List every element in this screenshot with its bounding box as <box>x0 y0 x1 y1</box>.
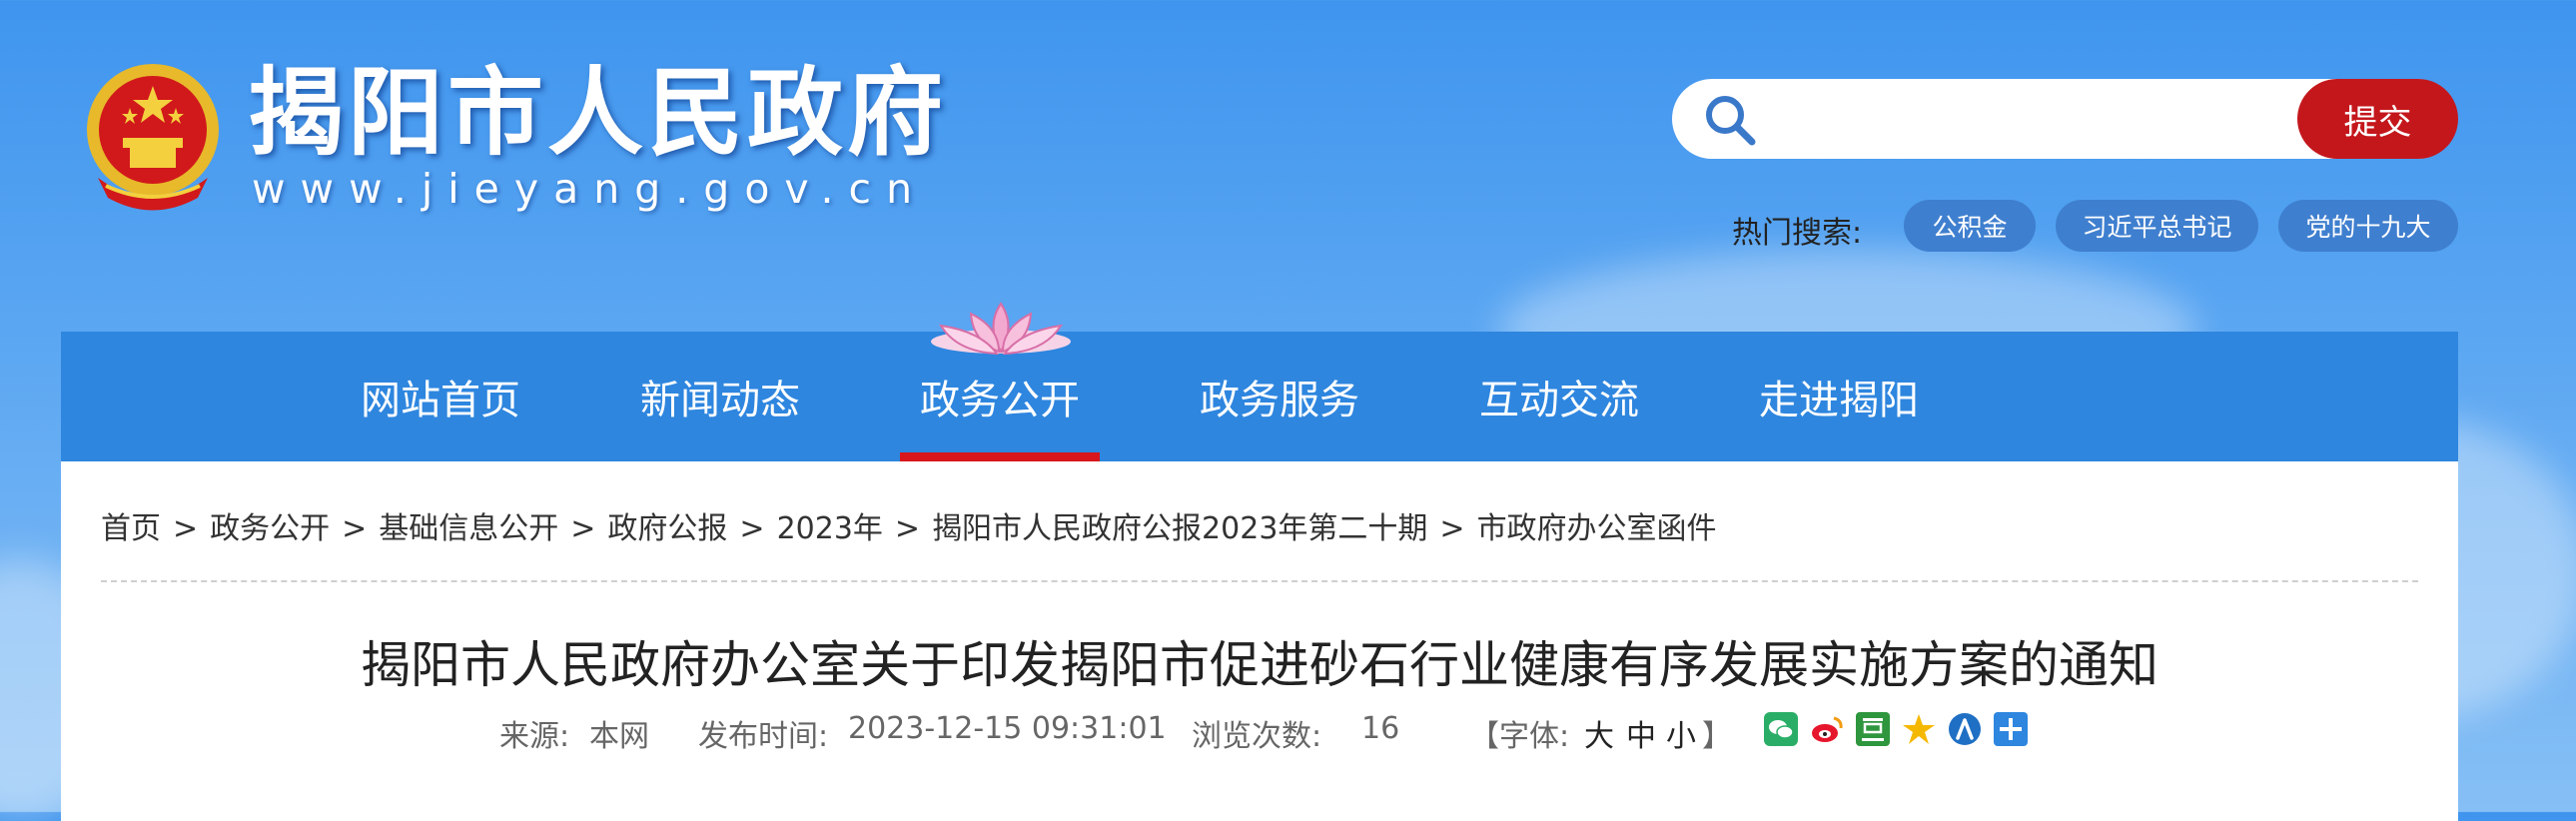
qzone-icon[interactable] <box>1902 712 1936 746</box>
font-size-bracket: 】 <box>1702 719 1732 754</box>
font-size-large-button[interactable]: 大 <box>1584 711 1614 755</box>
publish-time-value: 2023-12-15 09:31:01 <box>848 711 1167 746</box>
font-size-medium-button[interactable]: 中 <box>1626 711 1656 755</box>
publish-time-label: 发布时间: <box>698 719 829 754</box>
search-input[interactable] <box>1782 90 2285 150</box>
hot-search-label: 热门搜索: <box>1732 216 1863 251</box>
douban-icon[interactable] <box>1856 712 1890 746</box>
hot-search-tag[interactable]: 党的十九大 <box>2278 200 2458 252</box>
views-label: 浏览次数: <box>1192 719 1322 754</box>
search-submit-button[interactable]: 提交 <box>2297 79 2458 159</box>
font-size-small-button[interactable]: 小 <box>1666 711 1696 755</box>
breadcrumb-link[interactable]: 首页 <box>101 511 161 546</box>
breadcrumb-separator: > <box>739 511 765 546</box>
search-icon <box>1706 96 1756 146</box>
divider <box>101 580 2418 582</box>
nav-item-gov-services[interactable]: 政务服务 <box>1180 332 1379 461</box>
breadcrumb-link[interactable]: 政务公开 <box>210 511 330 546</box>
source-label: 来源: <box>499 719 570 754</box>
hot-search-tag[interactable]: 公积金 <box>1904 200 2036 252</box>
weibo-icon[interactable] <box>1810 712 1844 746</box>
site-title: 揭阳市人民政府 <box>248 57 947 169</box>
nav-item-news[interactable]: 新闻动态 <box>620 332 820 461</box>
breadcrumb-separator: > <box>570 511 596 546</box>
nav-item-interaction[interactable]: 互动交流 <box>1459 332 1659 461</box>
breadcrumb-link[interactable]: 揭阳市人民政府公报2023年第二十期 <box>932 511 1427 546</box>
site-url: www.jieyang.gov.cn <box>252 165 928 213</box>
breadcrumb-link[interactable]: 政府公报 <box>607 511 727 546</box>
nav-item-home[interactable]: 网站首页 <box>341 332 540 461</box>
renren-icon[interactable] <box>1948 712 1982 746</box>
nav-item-about-jieyang[interactable]: 走进揭阳 <box>1739 332 1939 461</box>
breadcrumb-separator: > <box>173 511 199 546</box>
breadcrumb-link[interactable]: 基础信息公开 <box>379 511 558 546</box>
breadcrumb-link[interactable]: 2023年 <box>777 511 883 546</box>
font-size-label: 【字体: <box>1469 719 1570 754</box>
breadcrumb-link[interactable]: 市政府办公室函件 <box>1477 511 1717 546</box>
more-share-icon[interactable] <box>1994 712 2028 746</box>
breadcrumb-separator: > <box>894 511 921 546</box>
breadcrumb: 首页 > 政务公开 > 基础信息公开 > 政府公报 >2023年 > 揭阳市人民政府公报2023年… <box>101 503 1729 547</box>
views-count: 16 <box>1361 711 1400 746</box>
nav-item-gov-affairs[interactable]: 政务公开 <box>900 332 1100 461</box>
breadcrumb-separator: > <box>1439 511 1465 546</box>
nav-active-indicator <box>900 452 1100 461</box>
national-emblem-icon <box>87 64 219 211</box>
hot-search-tag[interactable]: 习近平总书记 <box>2056 200 2258 252</box>
breadcrumb-separator: > <box>342 511 368 546</box>
wechat-icon[interactable] <box>1764 712 1798 746</box>
article-title: 揭阳市人民政府办公室关于印发揭阳市促进砂石行业健康有序发展实施方案的通知 <box>361 636 2158 694</box>
source-value: 本网 <box>589 719 649 754</box>
